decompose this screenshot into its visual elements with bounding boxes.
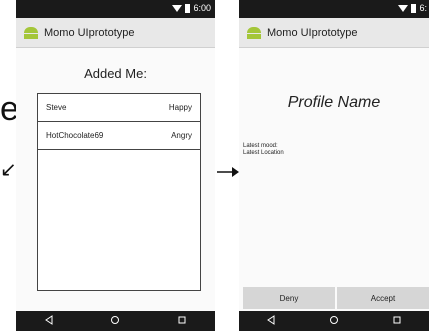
- list-item[interactable]: HotChocolate69 Angry: [38, 122, 200, 150]
- navigation-bar: [16, 311, 215, 331]
- latest-location-label: Latest Location: [243, 150, 284, 156]
- back-icon[interactable]: [266, 312, 276, 330]
- back-icon[interactable]: [44, 312, 54, 330]
- section-title: Added Me:: [84, 66, 147, 81]
- clipped-arrow-glyph: ↙: [0, 159, 17, 181]
- app-bar: Momo UIprototype: [239, 18, 429, 48]
- home-icon[interactable]: [110, 312, 120, 330]
- friend-mood: Happy: [168, 103, 192, 112]
- status-bar: 6:00: [16, 0, 215, 18]
- app-title: Momo UIprototype: [44, 26, 135, 39]
- app-title: Momo UIprototype: [267, 26, 358, 39]
- profile-info: Latest mood: Latest Location: [243, 143, 284, 157]
- app-bar: Momo UIprototype: [16, 18, 215, 48]
- left-phone-screen: 6:00 Momo UIprototype Added Me: Steve Ha…: [16, 0, 215, 331]
- friend-name: Steve: [46, 103, 67, 112]
- recent-apps-icon[interactable]: [177, 312, 187, 330]
- friend-name: HotChocolate69: [46, 131, 104, 140]
- status-bar: 6:: [239, 0, 429, 18]
- friend-mood: Angry: [171, 131, 192, 140]
- navigation-bar: [239, 311, 429, 331]
- friend-request-list: Steve Happy HotChocolate69 Angry: [37, 93, 201, 291]
- deny-button[interactable]: Deny: [243, 287, 335, 309]
- status-time: 6:00: [193, 3, 211, 13]
- latest-mood-label: Latest mood:: [243, 143, 278, 149]
- list-item[interactable]: Steve Happy: [38, 94, 200, 122]
- wifi-icon: [172, 4, 183, 12]
- status-time: 6:: [419, 3, 427, 13]
- right-phone-screen: 6: Momo UIprototype Profile Name Latest …: [239, 0, 429, 331]
- home-icon[interactable]: [329, 312, 339, 330]
- battery-icon: [185, 3, 191, 13]
- android-icon: [247, 26, 261, 39]
- flow-arrow-icon: [217, 167, 239, 177]
- android-icon: [24, 26, 38, 39]
- recent-apps-icon[interactable]: [392, 312, 402, 330]
- wifi-icon: [398, 4, 409, 12]
- accept-button[interactable]: Accept: [337, 287, 429, 309]
- battery-icon: [411, 3, 417, 13]
- action-buttons: Deny Accept: [243, 287, 429, 309]
- profile-name: Profile Name: [287, 94, 381, 111]
